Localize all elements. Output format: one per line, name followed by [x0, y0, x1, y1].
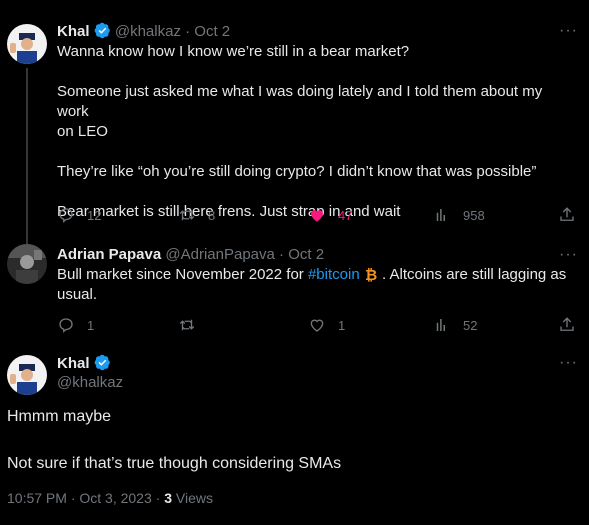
like-count: 47: [338, 207, 353, 223]
tweet-khal-1[interactable]: Khal @khalkaz · Oct 2 ··· Wanna know how…: [0, 0, 589, 244]
thread-line: [26, 68, 28, 244]
tweet-date[interactable]: Oct 2: [194, 23, 230, 40]
reply-icon: [59, 208, 73, 223]
like-count: 1: [338, 317, 346, 333]
retweet-button[interactable]: [178, 316, 208, 334]
like-button[interactable]: 47: [308, 206, 352, 224]
more-options-icon[interactable]: ···: [559, 246, 578, 264]
author-name[interactable]: Adrian Papava: [57, 246, 161, 263]
svg-text:₿: ₿: [365, 266, 377, 282]
views-button[interactable]: 958: [433, 206, 485, 224]
heart-outline-icon: [310, 319, 324, 332]
share-icon: [560, 317, 574, 331]
avatar[interactable]: [7, 244, 47, 284]
tweet-line: usual.: [57, 286, 98, 303]
tweet-timestamp[interactable]: 10:57 PM · Oct 3, 2023 ·: [7, 490, 160, 506]
tweet-adrian[interactable]: Adrian Papava @AdrianPapava · Oct 2 ··· …: [0, 240, 589, 340]
views-count: 3: [164, 490, 172, 506]
views-button[interactable]: 52: [433, 316, 477, 334]
reply-count: 12: [87, 207, 102, 223]
share-button[interactable]: [558, 206, 576, 224]
views-icon: [436, 209, 445, 221]
author-name[interactable]: Khal: [57, 355, 90, 372]
dot-separator: ·: [185, 23, 191, 40]
verified-badge-icon: [94, 22, 110, 39]
more-options-icon[interactable]: ···: [559, 22, 578, 40]
views-icon: [436, 319, 445, 331]
tweet-line: They’re like “oh you’re still doing cryp…: [57, 163, 537, 180]
tweet-text: Wanna know how I know we’re still in a b…: [57, 42, 577, 222]
tweet-line: Someone just asked me what I was doing l…: [57, 83, 543, 120]
tweet-line: Not sure if that’s true though consideri…: [7, 455, 342, 472]
retweet-button[interactable]: 8: [178, 206, 215, 224]
avatar[interactable]: [7, 24, 47, 64]
author-handle[interactable]: @khalkaz: [57, 374, 123, 391]
tweet-line: Wanna know how I know we’re still in a b…: [57, 43, 410, 60]
heart-filled-icon: [311, 210, 323, 222]
tweet-date[interactable]: Oct 2: [288, 246, 324, 263]
author-handle[interactable]: @AdrianPapava: [165, 246, 274, 263]
share-icon: [560, 207, 574, 221]
like-button[interactable]: 1: [308, 316, 345, 334]
tweet-line: Hmmm maybe: [7, 408, 112, 425]
tweet-text: Bull market since November 2022 for #bit…: [57, 265, 577, 305]
share-button[interactable]: [558, 316, 576, 334]
tweet-text-part: Bull market since November 2022 for: [57, 266, 308, 283]
views-label: Views: [175, 490, 213, 506]
main-tweet: Khal @khalkaz ··· Hmmm maybe Not sure if…: [0, 340, 589, 525]
author-handle[interactable]: @khalkaz: [115, 23, 181, 40]
reply-icon: [59, 318, 73, 333]
bitcoin-emoji-icon: ₿: [365, 266, 377, 284]
dot-separator: ·: [279, 246, 285, 263]
verified-badge-icon: [94, 354, 110, 371]
avatar-khal-image: [7, 24, 47, 64]
reply-button[interactable]: 12: [57, 206, 101, 224]
views-count: 52: [463, 317, 478, 333]
avatar[interactable]: [7, 355, 47, 395]
more-options-icon[interactable]: ···: [559, 354, 578, 372]
retweet-icon: [179, 209, 195, 221]
author-name[interactable]: Khal: [57, 23, 90, 40]
avatar-adrian-image: [7, 244, 47, 284]
retweet-count: 8: [208, 207, 216, 223]
avatar-khal-image: [7, 355, 47, 395]
hashtag-link[interactable]: #bitcoin: [308, 266, 360, 283]
views-count: 958: [463, 207, 485, 223]
tweet-text-part: . Altcoins are still lagging as: [377, 266, 567, 283]
tweet-line: on LEO: [57, 123, 108, 140]
retweet-icon: [179, 319, 195, 331]
reply-count: 1: [87, 317, 95, 333]
reply-button[interactable]: 1: [57, 316, 94, 334]
